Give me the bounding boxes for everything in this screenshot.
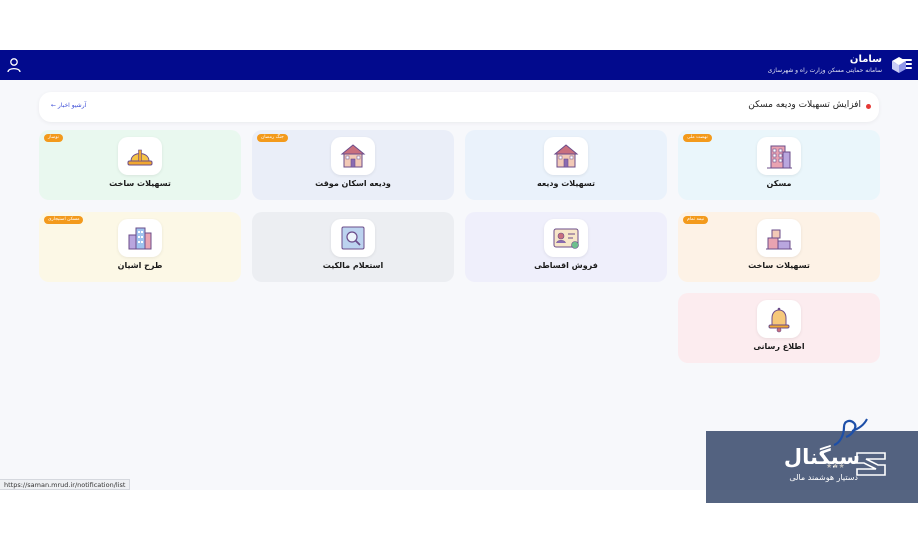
app-header: سامان سامانه حمایتی مسکن وزارت راه و شهر…: [0, 50, 918, 80]
app-title: سامان: [849, 54, 882, 65]
card-tashilat-nimetamam[interactable]: نیمه تمام تسهیلات ساخت: [678, 212, 880, 282]
card-tashilat-nosaz[interactable]: نوساز تسهیلات ساخت: [39, 130, 241, 200]
top-blank-area: [0, 0, 918, 50]
house-icon: [544, 137, 588, 175]
card-label: مسکن: [766, 179, 792, 188]
brand[interactable]: سامان سامانه حمایتی مسکن وزارت راه و شهر…: [767, 53, 906, 76]
bell-icon: [757, 300, 801, 338]
news-headline[interactable]: افزایش تسهیلات ودیعه مسکن: [748, 100, 861, 110]
construction-blocks-icon: [757, 219, 801, 257]
watermark-subtitle: دستیار هوشمند مالی: [789, 473, 858, 482]
card-badge: نیمه تمام: [683, 216, 709, 224]
house-icon: [331, 137, 375, 175]
cube-logo-icon: [892, 57, 906, 73]
city-buildings-icon: [118, 219, 162, 257]
card-tarh-ashian[interactable]: مسکن استیجاری طرح اشیان: [39, 212, 241, 282]
card-label: فروش اقساطی: [534, 261, 598, 270]
card-badge: نوساز: [44, 134, 63, 142]
card-label: ودیعه اسکان موقت: [315, 179, 391, 188]
status-bar-url: https://saman.mrud.ir/notification/list: [0, 479, 131, 490]
card-etela-resani[interactable]: اطلاع رسانی: [678, 293, 880, 363]
news-dot-icon: [866, 104, 871, 109]
card-foroush-aghsati[interactable]: فروش اقساطی: [465, 212, 667, 282]
card-label: تسهیلات ودیعه: [536, 179, 596, 188]
card-vadie[interactable]: تسهیلات ودیعه: [465, 130, 667, 200]
card-label: استعلام مالکیت: [322, 261, 384, 270]
id-card-icon: [544, 219, 588, 257]
user-icon[interactable]: [6, 57, 22, 73]
card-badge: جنگ رمضان: [257, 134, 288, 142]
card-label: طرح اشیان: [117, 261, 163, 270]
news-bar: افزایش تسهیلات ودیعه مسکن آرشیو اخبار ←: [39, 92, 879, 122]
news-archive-link[interactable]: آرشیو اخبار ←: [51, 102, 86, 109]
app-subtitle: سامانه حمایتی مسکن وزارت راه و شهرسازی: [767, 67, 882, 74]
card-badge: مسکن استیجاری: [44, 216, 84, 224]
watermark-logo-icon: [856, 452, 886, 476]
hard-hat-icon: [118, 137, 162, 175]
card-vadie-eskan[interactable]: جنگ رمضان ودیعه اسکان موقت: [252, 130, 454, 200]
watermark-swoosh-icon: [833, 418, 868, 447]
card-label: تسهیلات ساخت: [748, 261, 810, 270]
card-label: اطلاع رسانی: [753, 342, 805, 351]
apartment-building-icon: [757, 137, 801, 175]
card-label: تسهیلات ساخت: [109, 179, 171, 188]
search-document-icon: [331, 219, 375, 257]
card-esteelam-malekiat[interactable]: استعلام مالکیت: [252, 212, 454, 282]
main-content: افزایش تسهیلات ودیعه مسکن آرشیو اخبار ← …: [0, 80, 918, 490]
card-badge: نهضت ملی: [683, 134, 712, 142]
card-maskan[interactable]: نهضت ملی مسکن: [678, 130, 880, 200]
watermark-stars-icon: ★★★: [826, 462, 845, 470]
